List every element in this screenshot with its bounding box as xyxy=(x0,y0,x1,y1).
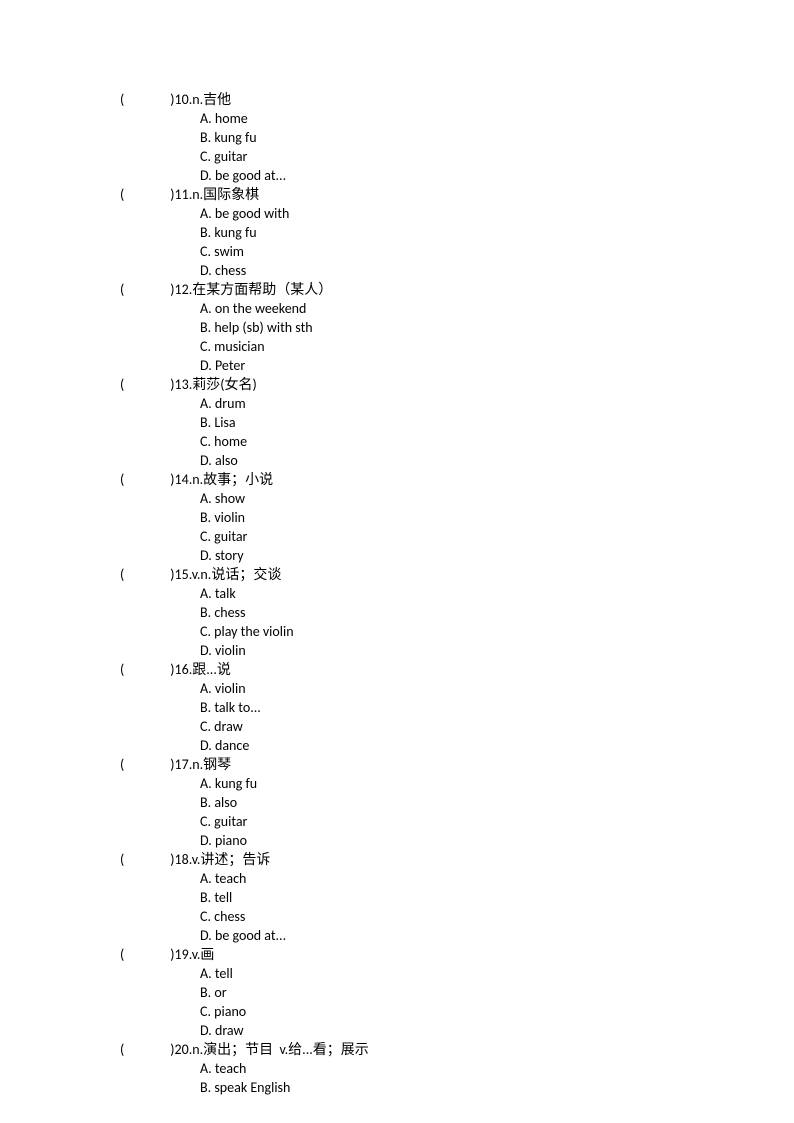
answer-option: B. tell xyxy=(120,888,794,907)
question-prompt-line: ()15.v.n.说话；交谈 xyxy=(120,565,794,584)
question-number: 14 xyxy=(175,471,189,488)
question-prompt: n.国际象棋 xyxy=(192,186,259,203)
question-prompt: n.吉他 xyxy=(192,91,231,108)
question-prompt-line: ()10.n.吉他 xyxy=(120,90,794,109)
answer-option: A. talk xyxy=(120,584,794,603)
question-prompt: 莉莎(女名) xyxy=(192,376,257,393)
answer-option: B. also xyxy=(120,793,794,812)
question-number: 16 xyxy=(175,661,189,678)
question-prompt-line: ()13.莉莎(女名) xyxy=(120,375,794,394)
paren-open: ( xyxy=(120,281,124,298)
answer-option: C. chess xyxy=(120,907,794,926)
paren-open: ( xyxy=(120,566,124,583)
answer-option: D. piano xyxy=(120,831,794,850)
paren-open: ( xyxy=(120,376,124,393)
question-prompt-line: ()18.v.讲述；告诉 xyxy=(120,850,794,869)
answer-option: B. kung fu xyxy=(120,128,794,147)
question-prompt: 在某方面帮助（某人） xyxy=(192,281,332,298)
question-prompt-line: ()12.在某方面帮助（某人） xyxy=(120,280,794,299)
question-prompt: v.画 xyxy=(192,946,215,963)
question-prompt-line: ()14.n.故事；小说 xyxy=(120,470,794,489)
paren-open: ( xyxy=(120,91,124,108)
question-item: ()13.莉莎(女名)A. drumB. LisaC. homeD. also xyxy=(120,375,794,470)
answer-option: A. on the weekend xyxy=(120,299,794,318)
answer-option: D. draw xyxy=(120,1021,794,1040)
question-prompt-line: ()20.n.演出；节目 v.给...看；展示 xyxy=(120,1040,794,1059)
question-number: 10 xyxy=(175,91,189,108)
question-number: 12 xyxy=(175,281,189,298)
question-item: ()17.n.钢琴A. kung fuB. alsoC. guitarD. pi… xyxy=(120,755,794,850)
answer-option: C. musician xyxy=(120,337,794,356)
question-prompt-line: ()17.n.钢琴 xyxy=(120,755,794,774)
paren-open: ( xyxy=(120,851,124,868)
paren-open: ( xyxy=(120,186,124,203)
question-number: 15 xyxy=(175,566,189,583)
answer-option: B. kung fu xyxy=(120,223,794,242)
question-prompt-line: ()16.跟...说 xyxy=(120,660,794,679)
question-prompt: n.故事；小说 xyxy=(192,471,273,488)
question-number: 11 xyxy=(175,186,189,203)
question-item: ()15.v.n.说话；交谈A. talkB. chessC. play the… xyxy=(120,565,794,660)
answer-option: D. be good at... xyxy=(120,926,794,945)
question-number: 19 xyxy=(175,946,189,963)
question-prompt-line: ()11.n.国际象棋 xyxy=(120,185,794,204)
answer-option: A. home xyxy=(120,109,794,128)
answer-option: A. show xyxy=(120,489,794,508)
question-item: ()12.在某方面帮助（某人）A. on the weekendB. help … xyxy=(120,280,794,375)
answer-option: C. home xyxy=(120,432,794,451)
questions-list: ()10.n.吉他A. homeB. kung fuC. guitarD. be… xyxy=(120,90,794,1097)
question-prompt: n.钢琴 xyxy=(192,756,231,773)
answer-option: C. guitar xyxy=(120,812,794,831)
answer-option: A. be good with xyxy=(120,204,794,223)
answer-option: B. violin xyxy=(120,508,794,527)
question-number: 18 xyxy=(175,851,189,868)
answer-option: D. be good at... xyxy=(120,166,794,185)
question-item: ()10.n.吉他A. homeB. kung fuC. guitarD. be… xyxy=(120,90,794,185)
question-prompt: n.演出；节目 v.给...看；展示 xyxy=(192,1041,369,1058)
question-item: ()16.跟...说A. violinB. talk to...C. drawD… xyxy=(120,660,794,755)
paren-open: ( xyxy=(120,471,124,488)
paren-open: ( xyxy=(120,756,124,773)
answer-option: C. piano xyxy=(120,1002,794,1021)
answer-option: C. guitar xyxy=(120,147,794,166)
answer-option: D. also xyxy=(120,451,794,470)
question-prompt: v.讲述；告诉 xyxy=(192,851,271,868)
question-item: ()20.n.演出；节目 v.给...看；展示A. teachB. speak … xyxy=(120,1040,794,1097)
answer-option: D. Peter xyxy=(120,356,794,375)
question-prompt: v.n.说话；交谈 xyxy=(192,566,282,583)
question-number: 13 xyxy=(175,376,189,393)
question-prompt-line: ()19.v.画 xyxy=(120,945,794,964)
answer-option: A. violin xyxy=(120,679,794,698)
answer-option: B. or xyxy=(120,983,794,1002)
answer-option: B. speak English xyxy=(120,1078,794,1097)
paren-open: ( xyxy=(120,661,124,678)
answer-option: B. Lisa xyxy=(120,413,794,432)
paren-open: ( xyxy=(120,946,124,963)
answer-option: C. play the violin xyxy=(120,622,794,641)
answer-option: D. chess xyxy=(120,261,794,280)
answer-option: B. talk to... xyxy=(120,698,794,717)
answer-option: C. guitar xyxy=(120,527,794,546)
document-page: ()10.n.吉他A. homeB. kung fuC. guitarD. be… xyxy=(0,0,794,1097)
answer-option: A. drum xyxy=(120,394,794,413)
question-number: 20 xyxy=(175,1041,189,1058)
answer-option: D. story xyxy=(120,546,794,565)
answer-option: A. teach xyxy=(120,869,794,888)
answer-option: B. chess xyxy=(120,603,794,622)
paren-open: ( xyxy=(120,1041,124,1058)
answer-option: C. swim xyxy=(120,242,794,261)
answer-option: D. dance xyxy=(120,736,794,755)
question-item: ()19.v.画A. tellB. orC. pianoD. draw xyxy=(120,945,794,1040)
answer-option: D. violin xyxy=(120,641,794,660)
question-item: ()11.n.国际象棋A. be good withB. kung fuC. s… xyxy=(120,185,794,280)
answer-option: B. help (sb) with sth xyxy=(120,318,794,337)
question-number: 17 xyxy=(175,756,189,773)
question-item: ()14.n.故事；小说A. showB. violinC. guitarD. … xyxy=(120,470,794,565)
question-item: ()18.v.讲述；告诉A. teachB. tellC. chessD. be… xyxy=(120,850,794,945)
answer-option: C. draw xyxy=(120,717,794,736)
answer-option: A. teach xyxy=(120,1059,794,1078)
answer-option: A. tell xyxy=(120,964,794,983)
answer-option: A. kung fu xyxy=(120,774,794,793)
question-prompt: 跟...说 xyxy=(192,661,231,678)
